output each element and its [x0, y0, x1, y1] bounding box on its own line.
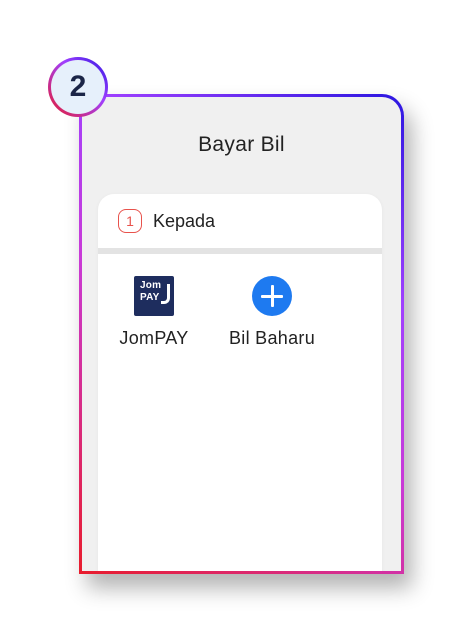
plus-circle-icon	[252, 276, 292, 316]
jompay-logo-j-mark	[161, 284, 170, 304]
phone-frame: Bayar Bil 1 Kepada Jom PAY JomPAY Bil Ba…	[79, 94, 404, 574]
new-bill-label: Bil Baharu	[228, 328, 316, 348]
new-bill-option[interactable]: Bil Baharu	[218, 276, 326, 349]
step-number-badge: 1	[118, 209, 142, 233]
page-title: Bayar Bil	[198, 133, 285, 156]
jompay-logo-icon: Jom PAY	[134, 276, 174, 316]
payee-options: Jom PAY JomPAY Bil Baharu	[98, 276, 382, 356]
step-label: Kepada	[153, 210, 216, 231]
recipient-card: 1 Kepada Jom PAY JomPAY Bil Baharu	[98, 194, 382, 571]
jompay-logo-text-bottom: PAY	[140, 292, 160, 303]
jompay-label: JomPAY	[119, 328, 189, 348]
step-indicator-number: 2	[51, 60, 105, 114]
jompay-option[interactable]: Jom PAY JomPAY	[114, 276, 194, 349]
step-indicator-badge: 2	[48, 57, 108, 117]
card-header: 1 Kepada	[98, 194, 382, 254]
jompay-logo-text-top: Jom	[140, 280, 162, 291]
app-screen: Bayar Bil 1 Kepada Jom PAY JomPAY Bil Ba…	[82, 97, 401, 571]
